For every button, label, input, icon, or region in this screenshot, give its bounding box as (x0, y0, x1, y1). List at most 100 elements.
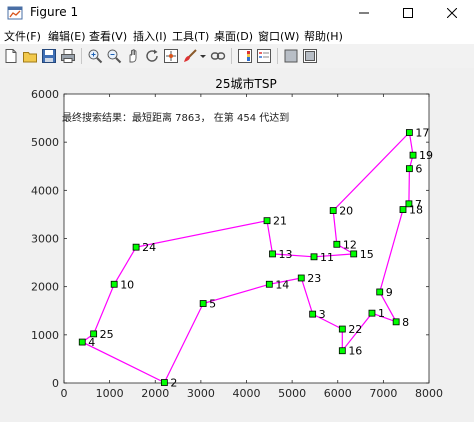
x-tick-label: 5000 (278, 387, 306, 400)
toolbar-separator (81, 48, 82, 64)
city-marker (405, 165, 413, 173)
chart-title: 25城市TSP (215, 76, 276, 91)
city-marker (263, 217, 271, 225)
y-tick-label: 3000 (31, 233, 59, 246)
brush-dropdown-icon[interactable] (199, 48, 207, 64)
city-marker (160, 379, 168, 386)
city-label: 15 (360, 248, 374, 261)
menu-window[interactable]: 窗口(W) (258, 28, 299, 44)
y-tick-label: 5000 (31, 136, 59, 149)
matlab-figure-icon (7, 6, 23, 20)
menu-help[interactable]: 帮助(H) (304, 28, 343, 44)
menu-desktop[interactable]: 桌面(D) (214, 28, 253, 44)
city-label: 5 (209, 298, 216, 311)
city-label: 21 (273, 215, 287, 228)
menu-tools[interactable]: 工具(T) (172, 28, 209, 44)
insert-legend-icon[interactable] (256, 48, 272, 64)
city-marker (392, 318, 400, 326)
city-label: 13 (279, 248, 293, 261)
menu-edit[interactable]: 编辑(E) (48, 28, 86, 44)
city-marker (199, 300, 207, 307)
maximize-button[interactable] (386, 0, 430, 26)
figure-toolbar (0, 44, 474, 69)
city-label: 8 (402, 316, 409, 329)
close-button[interactable] (430, 0, 474, 26)
menu-bar: 文件(F) 编辑(E) 查看(V) 插入(I) 工具(T) 桌面(D) 窗口(W… (0, 26, 474, 44)
x-tick-label: 7000 (369, 387, 397, 400)
city-label: 9 (386, 286, 393, 299)
y-tick-label: 4000 (31, 184, 59, 197)
zoom-out-icon[interactable] (106, 48, 122, 64)
window-titlebar: Figure 1 (0, 0, 474, 26)
city-label: 3 (319, 308, 326, 321)
open-file-icon[interactable] (22, 48, 38, 64)
brush-icon[interactable] (182, 48, 198, 64)
y-tick-label: 1000 (31, 329, 59, 342)
city-label: 6 (415, 163, 422, 176)
city-label: 22 (348, 323, 362, 336)
maximize-icon (403, 8, 413, 18)
x-tick-label: 1000 (96, 387, 124, 400)
rotate-3d-icon[interactable] (144, 48, 160, 64)
city-marker (350, 250, 358, 258)
save-icon[interactable] (41, 48, 57, 64)
pan-icon[interactable] (125, 48, 141, 64)
y-tick-label: 6000 (31, 88, 59, 101)
city-marker (405, 129, 413, 136)
y-tick-label: 2000 (31, 281, 59, 294)
minimize-icon (359, 12, 369, 14)
x-tick-label: 3000 (187, 387, 215, 400)
city-label: 25 (100, 328, 114, 341)
window-title: Figure 1 (30, 5, 79, 19)
menu-insert[interactable]: 插入(I) (133, 28, 167, 44)
toolbar-separator (231, 48, 232, 64)
hide-plot-tools-icon[interactable] (283, 48, 299, 64)
link-plot-icon[interactable] (210, 48, 226, 64)
city-label: 19 (419, 149, 433, 162)
city-marker (309, 310, 317, 318)
city-label: 20 (339, 205, 353, 218)
x-tick-label: 2000 (141, 387, 169, 400)
city-marker (132, 243, 140, 251)
city-label: 2 (170, 377, 177, 390)
city-marker (409, 151, 417, 159)
city-label: 12 (343, 238, 357, 251)
city-label: 23 (307, 272, 321, 285)
result-annotation: 最终搜索结果：最短距离 7863， 在第 454 代达到 (62, 111, 289, 124)
city-label: 4 (88, 336, 95, 349)
city-label: 17 (415, 127, 429, 140)
y-tick-label: 0 (52, 377, 59, 390)
city-label: 24 (142, 241, 156, 254)
toolbar-separator (277, 48, 278, 64)
close-icon (447, 8, 457, 18)
tsp-plot[interactable]: 25城市TSP 最终搜索结果：最短距离 7863， 在第 454 代达到 0 10… (0, 68, 474, 422)
city-label: 10 (120, 278, 134, 291)
city-label: 1 (378, 307, 385, 320)
city-marker (310, 253, 318, 261)
city-marker (399, 206, 407, 214)
city-marker (333, 240, 341, 248)
city-marker (110, 280, 118, 288)
menu-file[interactable]: 文件(F) (4, 28, 41, 44)
x-tick-label: 4000 (233, 387, 261, 400)
city-label: 14 (275, 278, 289, 291)
city-marker (297, 274, 305, 282)
city-marker (269, 250, 276, 258)
zoom-in-icon[interactable] (87, 48, 103, 64)
menu-view[interactable]: 查看(V) (89, 28, 127, 44)
show-plot-tools-icon[interactable] (302, 48, 318, 64)
city-marker (90, 330, 98, 338)
city-marker (265, 280, 273, 288)
data-cursor-icon[interactable] (163, 48, 179, 64)
city-marker (368, 309, 376, 317)
city-label: 18 (409, 204, 423, 217)
insert-colorbar-icon[interactable] (237, 48, 253, 64)
city-marker (376, 288, 384, 296)
x-tick-label: 0 (61, 387, 68, 400)
x-tick-label: 6000 (324, 387, 352, 400)
print-icon[interactable] (60, 48, 76, 64)
new-figure-icon[interactable] (3, 48, 19, 64)
city-marker (78, 338, 86, 346)
x-tick-label: 8000 (415, 387, 443, 400)
minimize-button[interactable] (342, 0, 386, 26)
